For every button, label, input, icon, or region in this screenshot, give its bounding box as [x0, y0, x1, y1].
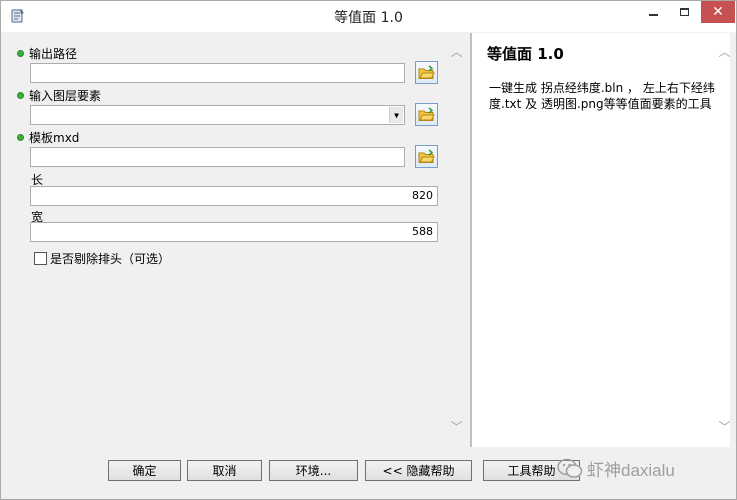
- tool-dialog: 等值面 1.0 ✕ 输出路径 输入图层要素 ▼ 模板mxd 长 820 宽 58…: [0, 0, 737, 500]
- template-mxd-input[interactable]: [30, 147, 405, 167]
- help-description: 一键生成 拐点经纬度.bln ， 左上右下经纬度.txt 及 透明图.png等等…: [489, 81, 715, 111]
- maximize-icon: [679, 8, 689, 16]
- parameters-scrollbar[interactable]: ︿ ﹀: [448, 43, 465, 435]
- input-layer-label: 输入图层要素: [17, 87, 101, 104]
- title-bar: 等值面 1.0 ✕: [1, 1, 736, 32]
- remove-header-option[interactable]: 是否剔除排头（可选）: [34, 250, 170, 267]
- watermark: 虾神daxialu: [557, 456, 675, 481]
- environments-button[interactable]: 环境...: [269, 460, 358, 481]
- output-path-input[interactable]: [30, 63, 405, 83]
- remove-header-checkbox[interactable]: [34, 252, 47, 265]
- template-mxd-browse-button[interactable]: [415, 145, 438, 168]
- scroll-up-icon[interactable]: ︿: [450, 43, 462, 60]
- required-dot-icon: [17, 92, 24, 99]
- close-icon: ✕: [712, 4, 724, 20]
- length-input[interactable]: 820: [30, 186, 438, 206]
- ok-button[interactable]: 确定: [108, 460, 181, 481]
- help-pane: 等值面 1.0 一键生成 拐点经纬度.bln ， 左上右下经纬度.txt 及 透…: [470, 33, 733, 447]
- minimize-icon: [648, 14, 658, 16]
- width-input[interactable]: 588: [30, 222, 438, 242]
- output-path-label: 输出路径: [17, 45, 77, 62]
- help-title: 等值面 1.0: [487, 45, 564, 63]
- minimize-button[interactable]: [638, 1, 668, 23]
- open-folder-icon: [418, 149, 435, 163]
- remove-header-label: 是否剔除排头（可选）: [50, 252, 171, 266]
- output-path-browse-button[interactable]: [415, 61, 438, 84]
- required-dot-icon: [17, 50, 24, 57]
- required-dot-icon: [17, 134, 24, 141]
- template-mxd-label: 模板mxd: [17, 129, 79, 146]
- input-layer-combobox[interactable]: ▼: [30, 105, 405, 125]
- scroll-down-icon[interactable]: ﹀: [450, 418, 462, 435]
- maximize-button[interactable]: [669, 1, 699, 23]
- hide-help-button[interactable]: << 隐藏帮助: [365, 460, 472, 481]
- parameters-pane: 输出路径 输入图层要素 ▼ 模板mxd 长 820 宽 588 是否剔除排头（可…: [10, 33, 469, 447]
- window-title: 等值面 1.0: [334, 10, 403, 26]
- input-layer-browse-button[interactable]: [415, 103, 438, 126]
- close-button[interactable]: ✕: [701, 1, 735, 23]
- watermark-text: 虾神daxialu: [587, 461, 675, 480]
- help-scrollbar[interactable]: ︿ ﹀: [716, 43, 733, 435]
- wechat-icon: [557, 458, 583, 478]
- open-folder-icon: [418, 65, 435, 79]
- cancel-button[interactable]: 取消: [187, 460, 262, 481]
- open-folder-icon: [418, 107, 435, 121]
- scroll-up-icon[interactable]: ︿: [718, 43, 730, 60]
- dropdown-arrow-icon[interactable]: ▼: [389, 107, 403, 123]
- scroll-down-icon[interactable]: ﹀: [718, 418, 730, 435]
